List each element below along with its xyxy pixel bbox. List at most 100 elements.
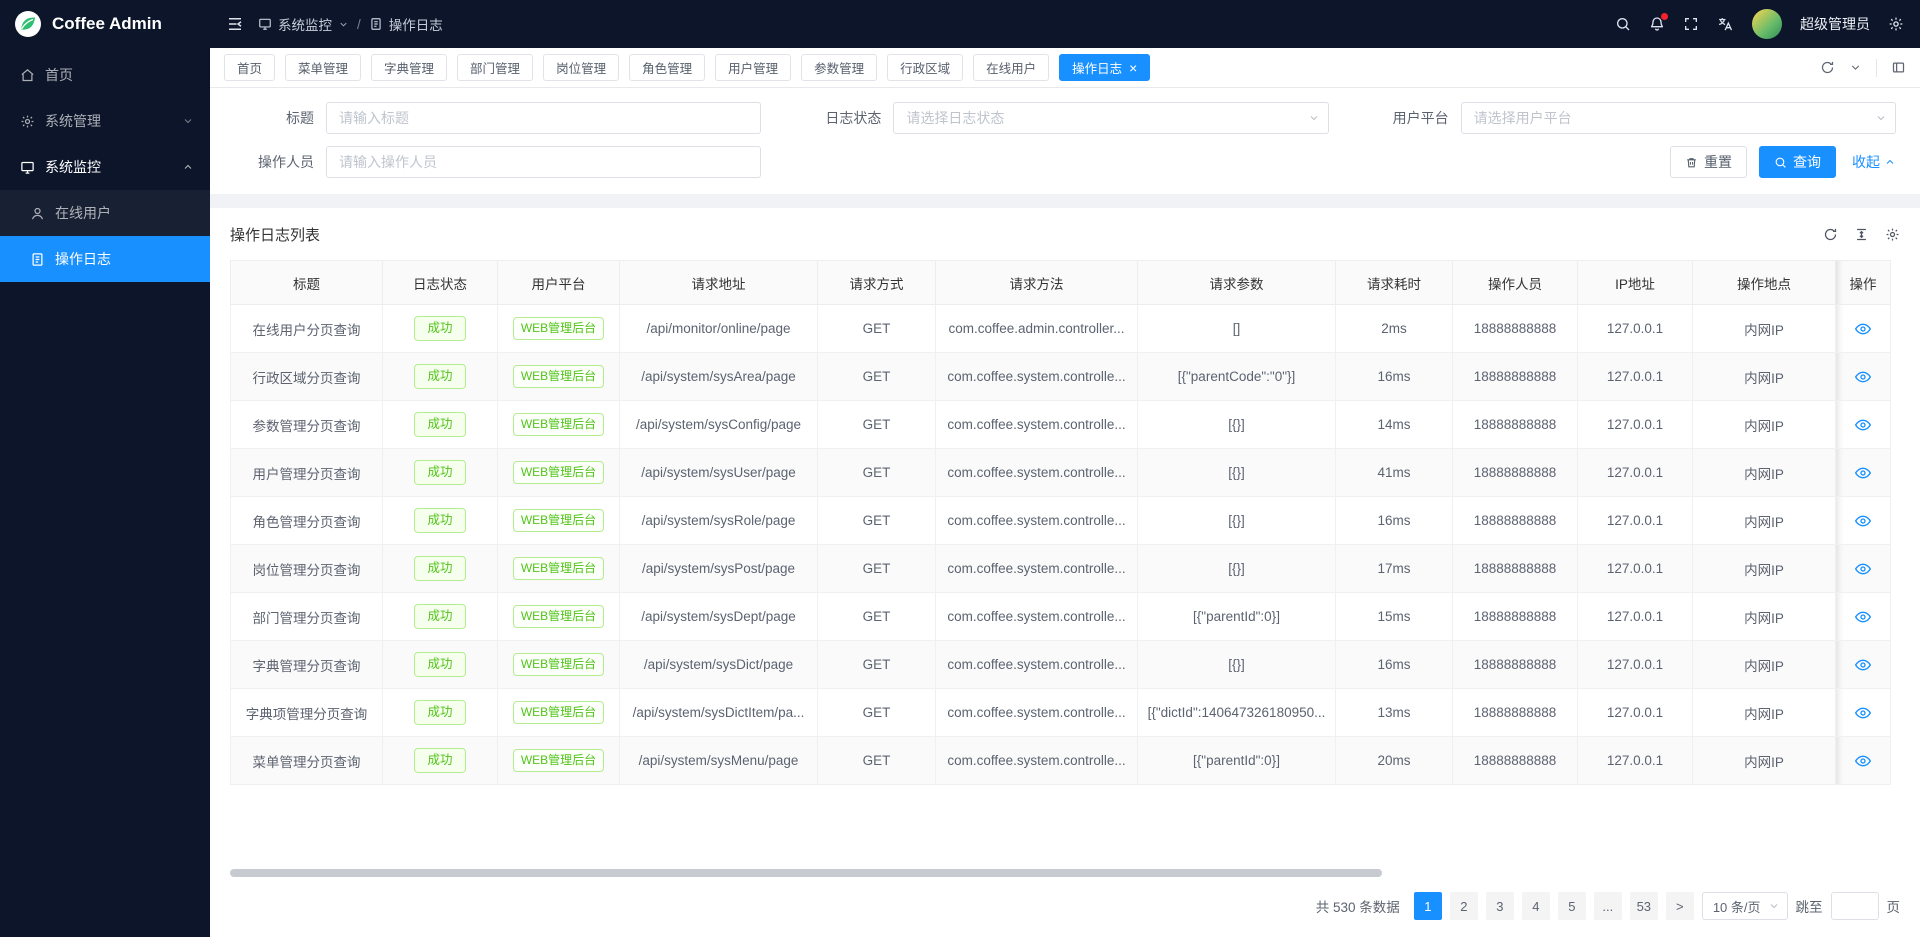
view-detail-eye-icon[interactable] (1855, 417, 1871, 433)
jump-to-page-input[interactable] (1831, 892, 1879, 920)
log-status-select[interactable] (893, 102, 1328, 134)
sidebar-item-operation-logs[interactable]: 操作日志 (0, 236, 210, 282)
page-button[interactable]: 5 (1558, 892, 1586, 920)
translate-icon[interactable] (1717, 16, 1734, 33)
view-detail-eye-icon[interactable] (1855, 705, 1871, 721)
page-button[interactable]: 4 (1522, 892, 1550, 920)
refresh-icon[interactable] (1823, 227, 1838, 242)
search-icon[interactable] (1615, 16, 1631, 32)
page-button[interactable]: 1 (1414, 892, 1442, 920)
cell-method: GET (818, 449, 936, 497)
cell-title: 岗位管理分页查询 (231, 545, 383, 593)
tab[interactable]: 操作日志 × (1059, 54, 1150, 81)
sidebar-item-system-monitor[interactable]: 系统监控 (0, 144, 210, 190)
menu-fold-icon[interactable] (226, 15, 244, 33)
page-size-select[interactable]: 10 条/页 (1702, 892, 1788, 920)
tab-label: 菜单管理 (298, 58, 348, 77)
cell-method: GET (818, 737, 936, 785)
field-control (326, 146, 761, 178)
tab[interactable]: 字典管理 (371, 54, 447, 81)
panel-header: 操作日志列表 (230, 208, 1900, 260)
sidebar-item-label: 系统管理 (45, 111, 101, 131)
tab[interactable]: 岗位管理 (543, 54, 619, 81)
breadcrumb-label: 操作日志 (389, 14, 443, 34)
page-button[interactable]: 53 (1630, 892, 1658, 920)
tab[interactable]: 部门管理 (457, 54, 533, 81)
chevron-down-icon[interactable] (1849, 61, 1862, 74)
cell-title: 字典管理分页查询 (231, 641, 383, 689)
cell-platform: WEB管理后台 (498, 449, 620, 497)
tab[interactable]: 菜单管理 (285, 54, 361, 81)
cell-platform: WEB管理后台 (498, 641, 620, 689)
tab[interactable]: 首页 (224, 54, 275, 81)
filter-field-title: 标题 (234, 102, 761, 134)
tab[interactable]: 用户管理 (715, 54, 791, 81)
cell-params: [{}] (1138, 401, 1336, 449)
page-size-value: 10 条/页 (1713, 897, 1761, 916)
platform-badge: WEB管理后台 (513, 653, 604, 677)
tab[interactable]: 角色管理 (629, 54, 705, 81)
view-detail-eye-icon[interactable] (1855, 657, 1871, 673)
search-icon (1774, 156, 1787, 169)
cell-function: com.coffee.admin.controller... (936, 305, 1138, 353)
column-header: 请求方法 (936, 261, 1138, 305)
user-platform-select[interactable] (1461, 102, 1896, 134)
tab[interactable]: 在线用户 (973, 54, 1049, 81)
cell-location: 内网IP (1693, 305, 1836, 353)
column-header: 请求参数 (1138, 261, 1336, 305)
cell-location: 内网IP (1693, 449, 1836, 497)
sidebar-item-online-users[interactable]: 在线用户 (0, 190, 210, 236)
page-button[interactable]: 2 (1450, 892, 1478, 920)
cell-operator: 18888888888 (1453, 593, 1578, 641)
tab-close-icon[interactable]: × (1129, 61, 1137, 75)
view-detail-eye-icon[interactable] (1855, 561, 1871, 577)
column-settings-gear-icon[interactable] (1885, 227, 1900, 242)
query-button[interactable]: 查询 (1759, 146, 1836, 178)
settings-gear-icon[interactable] (1888, 16, 1904, 32)
cell-status: 成功 (383, 401, 498, 449)
sidebar-item-system-management[interactable]: 系统管理 (0, 98, 210, 144)
next-page-button[interactable]: > (1666, 892, 1694, 920)
tab[interactable]: 行政区域 (887, 54, 963, 81)
view-detail-eye-icon[interactable] (1855, 609, 1871, 625)
cell-platform: WEB管理后台 (498, 305, 620, 353)
title-input[interactable] (326, 102, 761, 134)
chevron-up-icon (182, 161, 194, 173)
fullscreen-icon[interactable] (1683, 16, 1699, 32)
sidebar-item-home[interactable]: 首页 (0, 52, 210, 98)
tab-label: 行政区域 (900, 58, 950, 77)
breadcrumb-item-system-monitor[interactable]: 系统监控 (258, 14, 349, 34)
filter-row-2: 操作人员 重置 (234, 146, 1896, 178)
cell-ip: 127.0.0.1 (1578, 689, 1693, 737)
view-detail-eye-icon[interactable] (1855, 513, 1871, 529)
cell-operator: 18888888888 (1453, 401, 1578, 449)
page-button[interactable]: 3 (1486, 892, 1514, 920)
view-detail-eye-icon[interactable] (1855, 321, 1871, 337)
tab-label: 用户管理 (728, 58, 778, 77)
pagination: 共 530 条数据 12345...53 > 10 条/页 跳至 页 (230, 883, 1900, 929)
view-detail-eye-icon[interactable] (1855, 753, 1871, 769)
table-row: 菜单管理分页查询 成功 WEB管理后台 /api/system/sysMenu/… (231, 737, 1891, 785)
tab-list: 首页 菜单管理 字典管理 部门管理 岗位管理 角色管理 用户管理 参数管理 行政… (224, 54, 1150, 81)
username[interactable]: 超级管理员 (1800, 14, 1870, 34)
view-detail-eye-icon[interactable] (1855, 465, 1871, 481)
tab[interactable]: 参数管理 (801, 54, 877, 81)
tab-label: 首页 (237, 58, 262, 77)
collapse-filters-link[interactable]: 收起 (1852, 152, 1896, 172)
notification-bell-icon[interactable] (1649, 16, 1665, 32)
cell-location: 内网IP (1693, 593, 1836, 641)
operator-input[interactable] (326, 146, 761, 178)
chevron-down-icon (338, 19, 349, 30)
reset-button[interactable]: 重置 (1670, 146, 1747, 178)
refresh-icon[interactable] (1820, 60, 1835, 75)
cell-method: GET (818, 305, 936, 353)
column-header: 操作 (1836, 261, 1891, 305)
layout-expand-icon[interactable] (1891, 60, 1906, 75)
cell-action (1836, 641, 1891, 689)
horizontal-scrollbar-thumb[interactable] (230, 869, 1382, 877)
sidebar: Coffee Admin 首页 系统管理 (0, 0, 210, 937)
avatar[interactable] (1752, 9, 1782, 39)
row-density-icon[interactable] (1854, 227, 1869, 242)
cell-location: 内网IP (1693, 497, 1836, 545)
view-detail-eye-icon[interactable] (1855, 369, 1871, 385)
